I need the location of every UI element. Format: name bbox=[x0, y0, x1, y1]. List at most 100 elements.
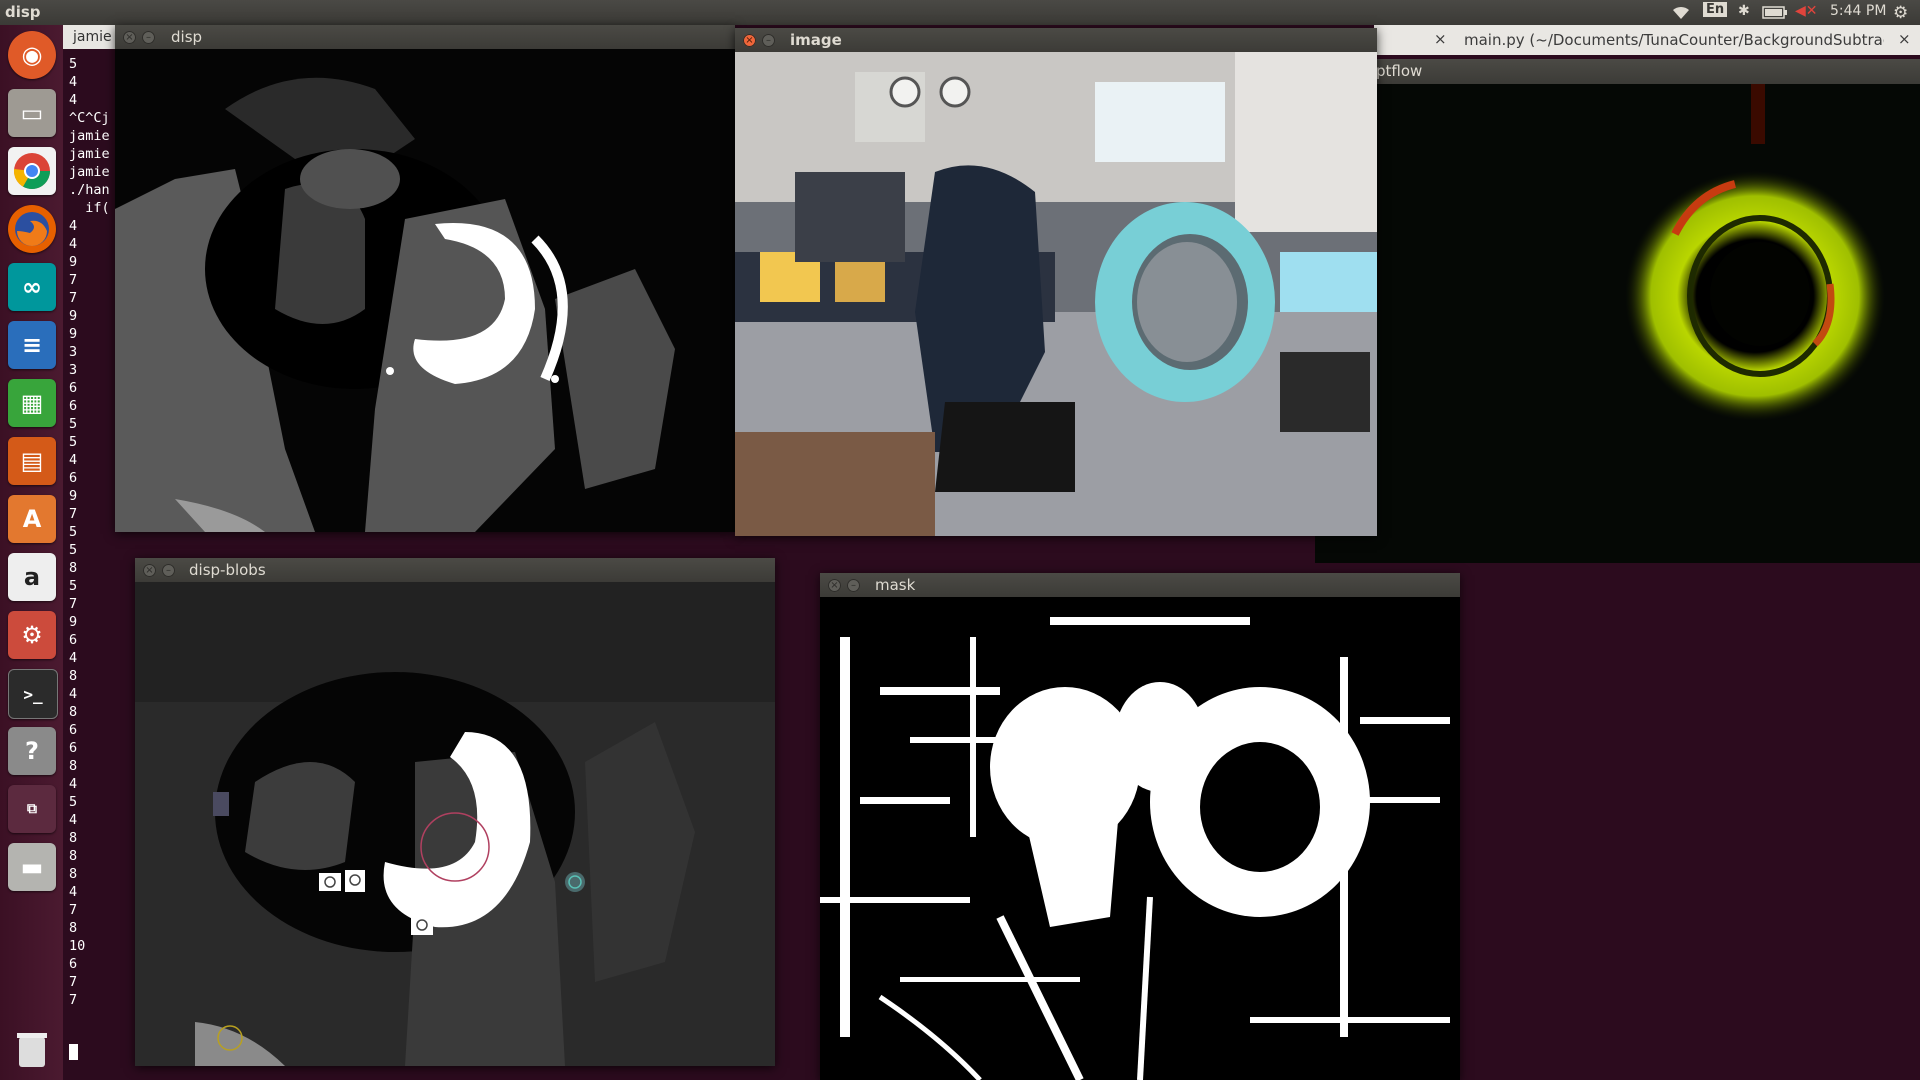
disp-blobs-window-title: disp-blobs bbox=[189, 561, 266, 579]
terminal-line: 6 bbox=[69, 956, 78, 972]
disp-view bbox=[115, 49, 735, 532]
terminal-line: jamie bbox=[69, 128, 110, 144]
launcher: ◉ ▭ ∞ ≡ ▦ ▤ A a ⚙ >_ ? ⧉ ▬ bbox=[0, 25, 64, 1080]
terminal-line: 6 bbox=[69, 632, 78, 648]
workspaces-icon[interactable]: ⧉ bbox=[8, 785, 56, 833]
ubuntu-dash-icon[interactable]: ◉ bbox=[8, 31, 56, 79]
terminal-line: 10 bbox=[69, 938, 86, 954]
minimize-button[interactable]: – bbox=[847, 579, 860, 592]
terminal-line: 5 bbox=[69, 578, 78, 594]
disp-blobs-title-bar[interactable]: × – disp-blobs bbox=[135, 558, 775, 582]
terminal-line: 6 bbox=[69, 470, 78, 486]
minimize-button[interactable]: – bbox=[762, 34, 775, 47]
impress-icon[interactable]: ▤ bbox=[8, 437, 56, 485]
terminal-line: 4 bbox=[69, 452, 78, 468]
close-button[interactable]: × bbox=[828, 579, 841, 592]
amazon-icon[interactable]: a bbox=[8, 553, 56, 601]
terminal-line: 5 bbox=[69, 434, 78, 450]
terminal-line: 4 bbox=[69, 812, 78, 828]
editor-tab-title[interactable]: main.py (~/Documents/TunaCounter/Backgro… bbox=[1464, 31, 1884, 49]
terminal-line: 8 bbox=[69, 866, 78, 882]
trash-icon[interactable] bbox=[8, 1025, 56, 1073]
terminal-line: 8 bbox=[69, 848, 78, 864]
disp-window[interactable]: × – disp bbox=[115, 25, 735, 532]
disp-title-bar[interactable]: × – disp bbox=[115, 25, 735, 49]
terminal-line: 3 bbox=[69, 362, 78, 378]
clock[interactable]: 5:44 PM bbox=[1830, 3, 1886, 19]
terminal-line: 4 bbox=[69, 92, 78, 108]
terminal-line: 4 bbox=[69, 686, 78, 702]
terminal-line: 9 bbox=[69, 308, 78, 324]
help-icon[interactable]: ? bbox=[8, 727, 56, 775]
disp-blobs-view bbox=[135, 582, 775, 1066]
terminal-line: 8 bbox=[69, 758, 78, 774]
terminal-line: ^C^Cj bbox=[69, 110, 110, 126]
volume-muted-icon[interactable]: ◀✕ bbox=[1795, 3, 1818, 19]
system-settings-icon[interactable]: ⚙ bbox=[8, 611, 56, 659]
disp-window-title: disp bbox=[171, 28, 203, 46]
close-button[interactable]: × bbox=[143, 564, 156, 577]
chrome-icon[interactable] bbox=[8, 147, 56, 195]
terminal-line: 7 bbox=[69, 290, 78, 306]
active-app-title: disp bbox=[5, 3, 41, 21]
mask-view bbox=[820, 597, 1460, 1080]
terminal-line: 5 bbox=[69, 416, 78, 432]
minimize-button[interactable]: – bbox=[142, 31, 155, 44]
terminal-line: 6 bbox=[69, 398, 78, 414]
mask-window-title: mask bbox=[875, 576, 916, 594]
disp-blobs-window[interactable]: × – disp-blobs bbox=[135, 558, 775, 1066]
calc-icon[interactable]: ▦ bbox=[8, 379, 56, 427]
camera-image-view bbox=[735, 52, 1377, 536]
editor-tab-bar: × main.py (~/Documents/TunaCounter/Backg… bbox=[1374, 25, 1920, 55]
gear-icon[interactable]: ⚙ bbox=[1893, 3, 1908, 23]
terminal-line: 5 bbox=[69, 56, 78, 72]
drive-icon[interactable]: ▬ bbox=[8, 843, 56, 891]
terminal-line: 4 bbox=[69, 884, 78, 900]
mask-window[interactable]: × – mask bbox=[820, 573, 1460, 1080]
battery-icon[interactable] bbox=[1762, 6, 1788, 23]
mask-title-bar[interactable]: × – mask bbox=[820, 573, 1460, 597]
files-icon[interactable]: ▭ bbox=[8, 89, 56, 137]
optflow-window-title: ptflow bbox=[1376, 62, 1423, 80]
minimize-button[interactable]: – bbox=[162, 564, 175, 577]
image-title-bar[interactable]: × – image bbox=[735, 28, 1377, 52]
terminal-line: 6 bbox=[69, 740, 78, 756]
terminal-line: 9 bbox=[69, 488, 78, 504]
terminal-line: 7 bbox=[69, 902, 78, 918]
terminal-line: 8 bbox=[69, 830, 78, 846]
terminal-output: 5 4 4 ^C^Cj jamie jamie jamie ./han if(4 4 9 7 7 9 9 3… bbox=[69, 55, 110, 1009]
writer-icon[interactable]: ≡ bbox=[8, 321, 56, 369]
terminal-line: 9 bbox=[69, 326, 78, 342]
firefox-icon[interactable] bbox=[8, 205, 56, 253]
terminal-line: 7 bbox=[69, 974, 78, 990]
keyboard-layout-indicator[interactable]: En bbox=[1703, 2, 1728, 17]
terminal-line: 9 bbox=[69, 614, 78, 630]
terminal-line: 5 bbox=[69, 524, 78, 540]
editor-tab-close-button[interactable]: × bbox=[1434, 30, 1447, 48]
wifi-icon[interactable] bbox=[1670, 3, 1692, 25]
image-window[interactable]: × – image bbox=[735, 28, 1377, 536]
terminal-line: 5 bbox=[69, 542, 78, 558]
terminal-line: 4 bbox=[69, 650, 78, 666]
close-button[interactable]: × bbox=[743, 34, 756, 47]
terminal-line: 8 bbox=[69, 560, 78, 576]
terminal-line: 4 bbox=[69, 776, 78, 792]
terminal-line: 3 bbox=[69, 344, 78, 360]
terminal-line: 7 bbox=[69, 272, 78, 288]
terminal-line: 7 bbox=[69, 506, 78, 522]
terminal-line: 4 bbox=[69, 236, 78, 252]
terminal-icon[interactable]: >_ bbox=[8, 669, 58, 719]
software-center-icon[interactable]: A bbox=[8, 495, 56, 543]
terminal-line: 7 bbox=[69, 596, 78, 612]
arduino-icon[interactable]: ∞ bbox=[8, 263, 56, 311]
terminal-line: jamie bbox=[69, 146, 110, 162]
close-button[interactable]: × bbox=[123, 31, 136, 44]
terminal-line: 7 bbox=[69, 992, 78, 1008]
terminal-line: 8 bbox=[69, 668, 78, 684]
terminal-line: jamie bbox=[69, 164, 110, 180]
optflow-title-bar[interactable]: ptflow bbox=[1315, 59, 1920, 84]
terminal-line: 8 bbox=[69, 704, 78, 720]
terminal-line: 4 bbox=[69, 74, 78, 90]
editor-tab-close-button-2[interactable]: × bbox=[1898, 30, 1911, 48]
bluetooth-icon[interactable]: ✱ bbox=[1738, 3, 1750, 19]
